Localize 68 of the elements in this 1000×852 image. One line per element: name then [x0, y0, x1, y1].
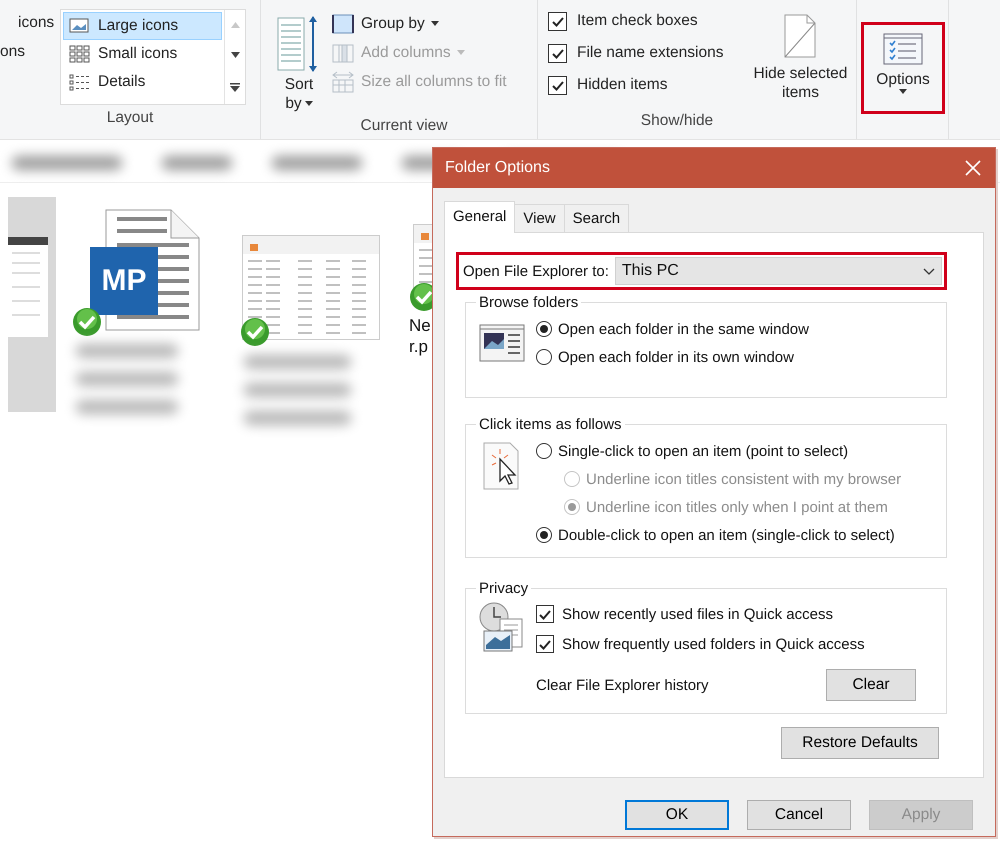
hide-selected-button[interactable]: Hide selected items	[747, 12, 854, 108]
group-label: Current view	[360, 116, 448, 136]
check-icon	[550, 79, 564, 92]
options-icon	[883, 33, 923, 65]
file-name[interactable]: Ne	[409, 315, 431, 336]
list-icon	[68, 72, 92, 92]
checkbox[interactable]	[536, 605, 554, 623]
caret-icon	[430, 21, 439, 26]
caret-icon	[456, 50, 465, 55]
group-legend: Click items as follows	[476, 416, 625, 433]
check-icon	[538, 608, 552, 620]
radio-label: Double-click to open an item (single-click to select)	[558, 526, 895, 544]
view-option[interactable]: ons	[0, 41, 58, 70]
logo-text: MP	[102, 264, 146, 298]
restore-defaults-button[interactable]: Restore Defaults	[781, 727, 939, 759]
group-icon	[331, 12, 355, 34]
checkbox-label: Item check boxes	[577, 12, 698, 30]
checkbox-label: Show frequently used folders in Quick access	[562, 636, 865, 652]
radio-label: Open each folder in its own window	[558, 348, 794, 366]
caret-icon	[304, 101, 313, 106]
document-icon	[783, 14, 818, 58]
fit-columns-icon	[331, 70, 355, 92]
options-button[interactable]: Options	[861, 22, 945, 114]
dialog-title: Folder Options	[445, 159, 550, 177]
checkbox[interactable]	[548, 76, 567, 95]
checkbox-label: File name extensions	[577, 44, 724, 62]
checkbox-label: Show recently used files in Quick access	[562, 606, 833, 622]
checkbox[interactable]	[536, 635, 554, 653]
scroll-down-icon[interactable]	[230, 52, 240, 58]
radio-button[interactable]	[536, 527, 552, 543]
close-icon[interactable]	[965, 160, 981, 176]
dialog-button[interactable]: OK	[625, 800, 729, 830]
checkbox-label: Hidden items	[577, 76, 668, 94]
layout-option[interactable]: Small icons	[63, 40, 222, 68]
group-legend: Privacy	[476, 580, 532, 597]
layout-option[interactable]: Large icons	[63, 12, 222, 40]
radio-button[interactable]	[536, 321, 552, 337]
dropdown-field[interactable]: This PC	[614, 257, 942, 285]
check-icon	[550, 47, 564, 60]
group-legend: Browse folders	[476, 294, 582, 311]
clear-button[interactable]: Clear	[826, 669, 916, 701]
field-label: Open File Explorer to:	[463, 262, 609, 280]
sort-button[interactable]: Sort by	[277, 9, 321, 113]
group-label: Layout	[106, 108, 154, 128]
caret-icon	[899, 89, 907, 94]
radio-label: Underline icon titles consistent with my browser	[586, 470, 902, 488]
tab[interactable]: General	[444, 201, 516, 233]
radio-label: Underline icon titles only when I point at them	[586, 498, 888, 516]
tab[interactable]: Search	[564, 204, 630, 232]
layout-option[interactable]: Details	[63, 68, 222, 96]
check-icon	[550, 15, 564, 28]
radio-label: Open each folder in the same window	[558, 320, 809, 338]
file-name[interactable]: r.p	[409, 336, 428, 357]
dialog-button[interactable]: Cancel	[747, 800, 851, 830]
expand-gallery-icon[interactable]	[230, 82, 240, 92]
chevron-down-icon	[923, 268, 935, 274]
checkbox[interactable]	[548, 44, 567, 63]
radio-button[interactable]	[536, 443, 552, 459]
view-option[interactable]: icons	[18, 12, 58, 41]
radio-button[interactable]	[536, 349, 552, 365]
grid-icon	[68, 44, 92, 64]
group-label: Show/hide	[640, 111, 714, 131]
add-columns-icon	[331, 42, 355, 64]
field-label: Clear File Explorer history	[536, 676, 709, 694]
checkbox[interactable]	[548, 12, 567, 31]
radio-label: Single-click to open an item (point to select)	[558, 442, 848, 460]
ribbon-command[interactable]: Group by	[331, 9, 507, 38]
check-icon	[538, 638, 552, 650]
